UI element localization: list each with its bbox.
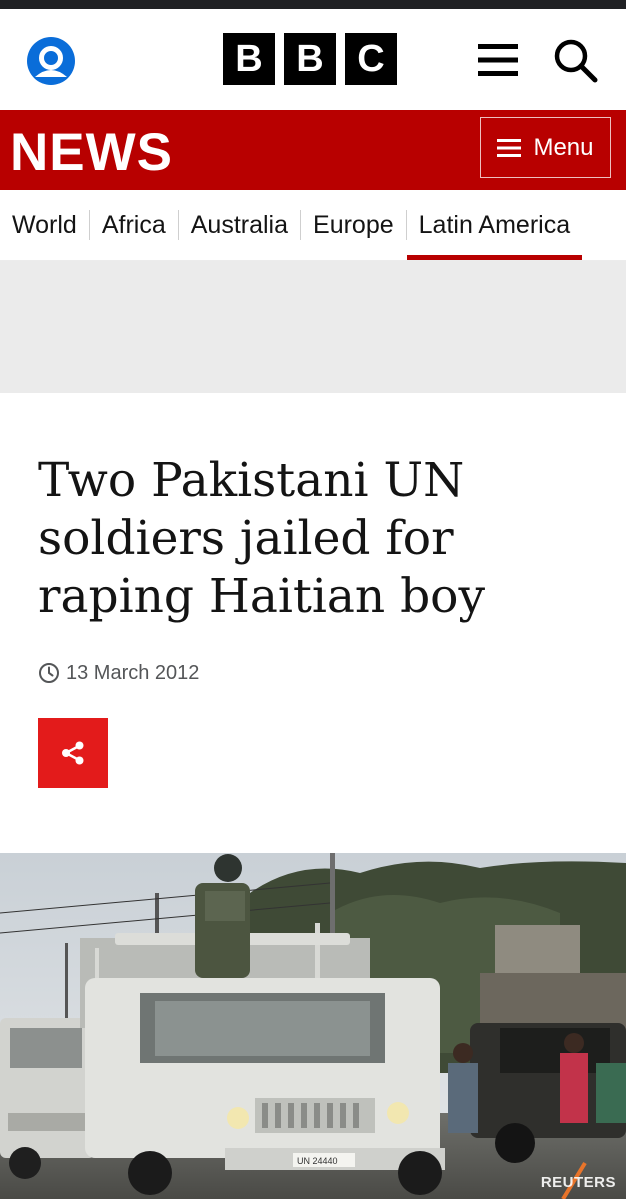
nav-item-world[interactable]: World xyxy=(0,190,89,260)
clock-icon xyxy=(39,663,59,683)
share-button[interactable] xyxy=(38,718,108,788)
site-header: B B C xyxy=(0,9,626,110)
hamburger-icon[interactable] xyxy=(478,42,518,78)
nav-item-australia[interactable]: Australia xyxy=(179,190,300,260)
bbc-logo-letter: B xyxy=(284,33,336,85)
section-nav: World Africa Australia Europe Latin Amer… xyxy=(0,190,626,261)
nav-item-latin-america[interactable]: Latin America xyxy=(406,190,583,260)
article-headline: Two Pakistani UN soldiers jailed for rap… xyxy=(38,453,486,624)
menu-label: Menu xyxy=(533,133,594,161)
ad-placeholder xyxy=(0,261,626,393)
hamburger-icon xyxy=(497,138,522,157)
status-bar xyxy=(0,0,626,9)
article-date: 13 March 2012 xyxy=(38,660,199,686)
account-icon[interactable] xyxy=(27,37,75,85)
search-icon[interactable] xyxy=(552,37,598,83)
un-vehicle-photo: UN 24440 xyxy=(0,853,626,1199)
menu-button[interactable]: Menu xyxy=(480,117,611,178)
photo-credit: REUTERS xyxy=(540,1174,616,1191)
news-bar: NEWS Menu xyxy=(0,110,626,190)
date-text: 13 March 2012 xyxy=(66,661,200,684)
news-title[interactable]: NEWS xyxy=(10,122,173,183)
bbc-logo[interactable]: B B C xyxy=(223,33,397,85)
bbc-logo-letter: B xyxy=(223,33,275,85)
share-icon xyxy=(62,741,84,765)
vehicle-plate-text: UN 24440 xyxy=(297,1156,338,1166)
nav-item-africa[interactable]: Africa xyxy=(90,190,178,260)
bbc-logo-letter: C xyxy=(345,33,397,85)
article-photo: UN 24440 REUTERS xyxy=(0,853,626,1199)
nav-item-europe[interactable]: Europe xyxy=(301,190,406,260)
